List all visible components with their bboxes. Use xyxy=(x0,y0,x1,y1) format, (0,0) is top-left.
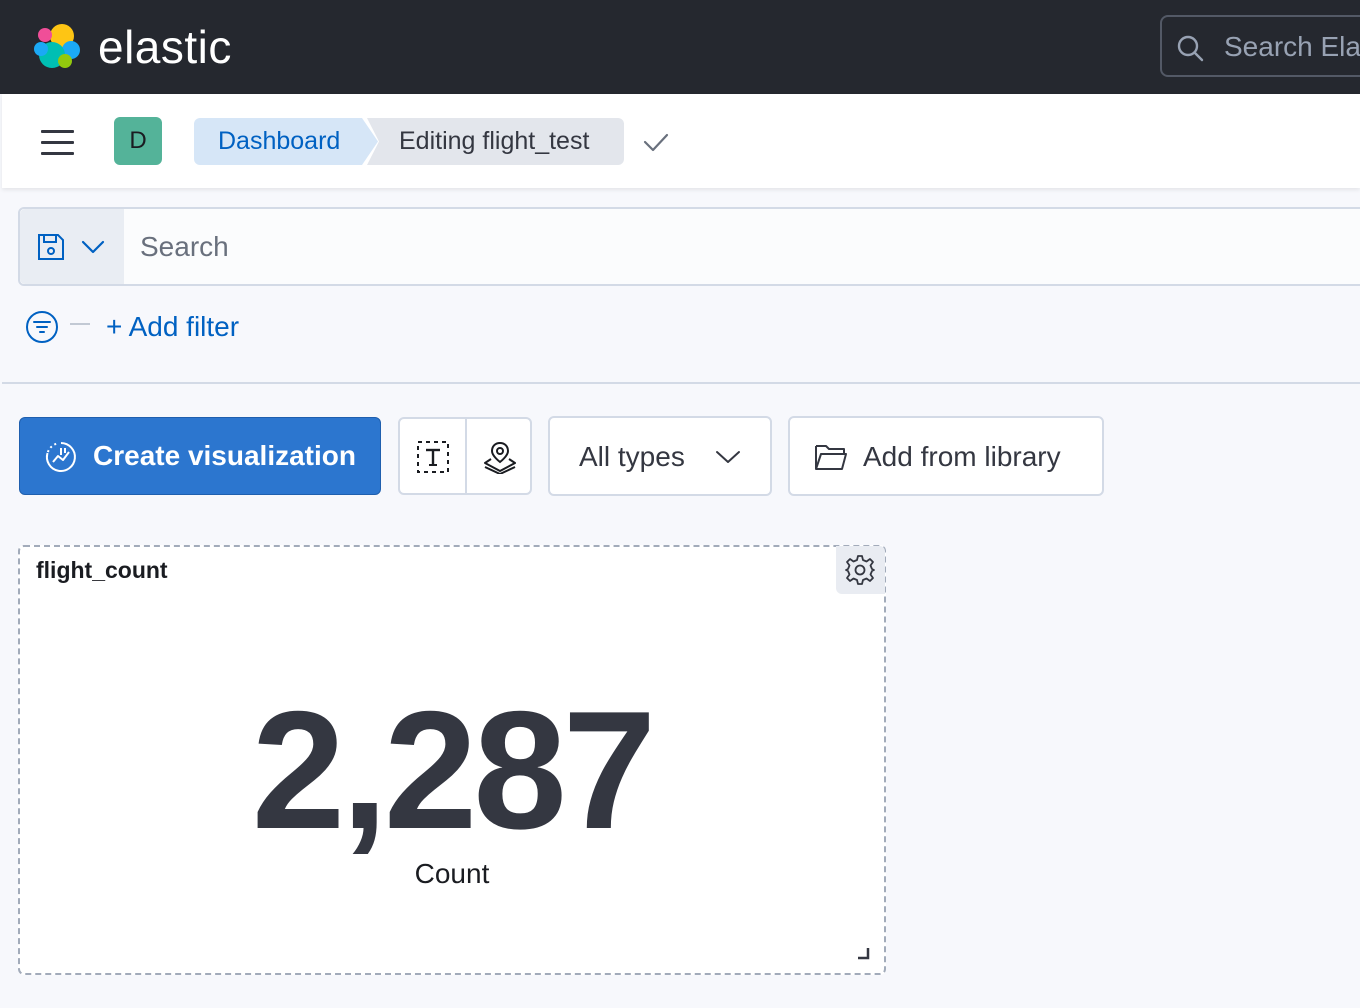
filter-icon[interactable] xyxy=(25,310,59,344)
saved-query-menu-button[interactable] xyxy=(20,209,124,284)
search-icon xyxy=(1177,35,1204,62)
save-icon xyxy=(38,234,64,260)
panel-title: flight_count xyxy=(36,557,168,583)
breadcrumb-dashboard[interactable]: Dashboard xyxy=(194,118,378,165)
query-search-input[interactable] xyxy=(124,209,1360,284)
breadcrumb-current: Editing flight_test xyxy=(367,118,624,165)
add-map-button[interactable] xyxy=(467,419,530,493)
all-types-dropdown[interactable]: All types xyxy=(548,416,772,496)
map-pin-icon xyxy=(484,441,516,474)
chevron-down-icon xyxy=(81,240,105,254)
add-from-library-label: Add from library xyxy=(863,441,1061,472)
hamburger-icon xyxy=(41,130,74,133)
add-filter-button[interactable]: + Add filter xyxy=(106,311,239,343)
text-icon xyxy=(417,441,449,473)
add-from-library-button[interactable]: Add from library xyxy=(788,416,1104,496)
create-visualization-label: Create visualization xyxy=(93,440,356,471)
quick-add-button-group xyxy=(398,417,532,495)
metric-value: 2,287 xyxy=(251,676,656,864)
section-divider xyxy=(2,382,1360,384)
resize-handle-icon[interactable] xyxy=(856,946,870,960)
gear-icon xyxy=(845,555,875,585)
global-search-field[interactable] xyxy=(1160,15,1360,77)
global-search-input[interactable] xyxy=(1224,29,1360,65)
hamburger-icon-line xyxy=(41,141,74,144)
elastic-logo-icon[interactable] xyxy=(32,22,84,72)
folder-open-icon xyxy=(815,445,847,470)
check-icon[interactable] xyxy=(642,129,670,155)
all-types-label: All types xyxy=(579,441,685,472)
elastic-logo-text[interactable]: elastic xyxy=(98,20,232,74)
filter-separator xyxy=(70,323,90,325)
menu-toggle-button[interactable] xyxy=(38,128,78,158)
add-text-button[interactable] xyxy=(400,419,465,493)
hamburger-icon-line xyxy=(41,152,74,155)
chevron-down-icon xyxy=(716,451,740,463)
metric-label: Count xyxy=(414,858,490,889)
panel-options-button[interactable] xyxy=(836,546,885,594)
create-visualization-button[interactable]: Create visualization xyxy=(19,417,381,495)
space-avatar[interactable]: D xyxy=(114,117,162,165)
visualize-icon xyxy=(45,442,76,472)
